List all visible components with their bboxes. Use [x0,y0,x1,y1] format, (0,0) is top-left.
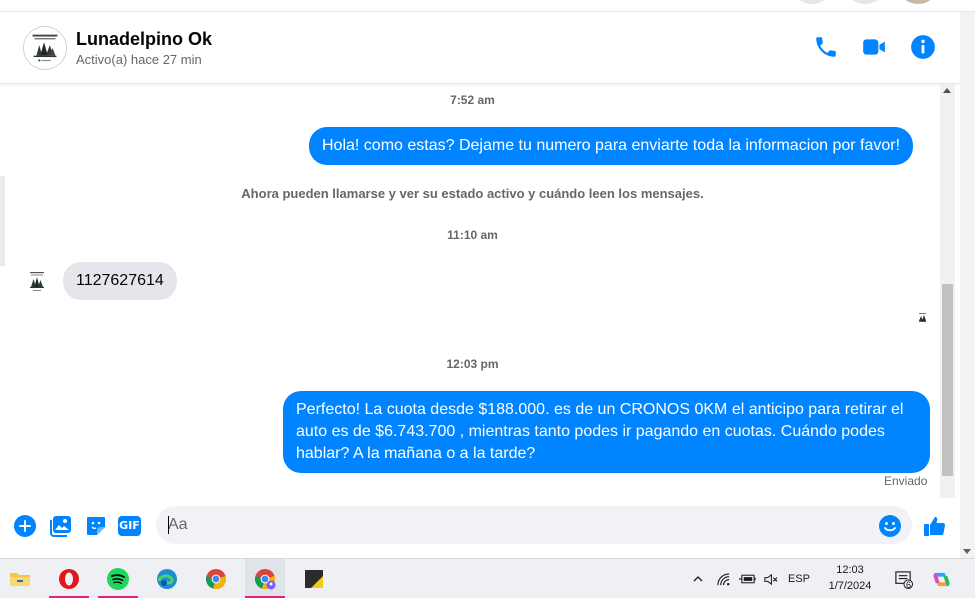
info-icon [911,35,935,59]
chrome-profile-icon [255,569,276,590]
outgoing-message[interactable]: Hola! como estas? Dejame tu numero para … [309,127,914,165]
top-strip [0,0,975,12]
voice-call-button[interactable] [813,34,839,60]
contact-name[interactable]: Lunadelpino Ok [76,29,212,50]
video-call-button[interactable] [861,34,887,60]
contact-avatar[interactable] [23,26,67,70]
messenger-window: Lunadelpino Ok Activo(a) hace 27 min 7:5… [0,0,975,598]
notification-count: 6 [906,580,912,590]
message-text-line: hablar? A la mañana o a la tarde? [296,445,536,462]
more-actions-button[interactable] [13,514,37,538]
taskbar-opera[interactable] [49,559,89,598]
timestamp: 11:10 am [447,228,498,242]
emoji-button[interactable] [878,514,902,538]
contact-status: Activo(a) hace 27 min [76,52,202,67]
scroll-thumb[interactable] [942,284,953,476]
pine-logo-icon [24,27,66,69]
image-gallery-icon [50,516,71,537]
incoming-message[interactable]: 1127627614 [63,262,177,300]
outgoing-message[interactable]: Perfecto! La cuota desde $188.000. es de… [283,391,930,473]
conversation-header: Lunadelpino Ok Activo(a) hace 27 min [0,12,960,84]
tray-copilot[interactable] [928,559,954,598]
scroll-up-icon[interactable] [943,88,951,93]
message-scrollbar[interactable] [940,84,955,498]
spotify-icon [107,568,129,590]
timestamp: 7:52 am [450,93,495,107]
thumbs-up-icon [924,517,946,536]
chevron-up-icon [693,576,703,582]
message-text-line: auto es de $6.743.700 , mientras tanto p… [296,423,885,440]
scroll-down-icon[interactable] [963,549,971,554]
taskbar-sticky-notes[interactable] [294,559,334,598]
message-text: Hola! como estas? Dejame tu numero para … [322,137,901,154]
taskbar-edge[interactable] [147,559,187,598]
battery-plug-icon [738,574,756,584]
top-avatar-3[interactable] [901,0,935,4]
plus-circle-icon [14,515,36,537]
message-text-line: Perfecto! La cuota desde $188.000. es de… [296,401,904,418]
attach-photo-button[interactable] [49,514,73,538]
tray-volume[interactable] [759,559,781,598]
top-avatar-2[interactable] [848,0,882,4]
clock-date: 1/7/2024 [828,580,872,592]
tray-notifications[interactable]: 6 [890,559,916,598]
tray-show-hidden[interactable] [688,559,708,598]
window-scrollbar[interactable] [960,12,975,558]
tray-language[interactable]: ESP [785,559,813,598]
clock-time: 12:03 [836,564,864,576]
chrome-icon [206,569,226,589]
conversation-info-button[interactable] [910,34,936,60]
seen-indicator [917,311,928,324]
smiley-icon [879,515,901,537]
opera-icon [59,569,79,589]
copilot-icon [933,572,949,586]
tray-battery[interactable] [736,559,758,598]
taskbar-spotify[interactable] [98,559,138,598]
folder-icon [10,573,30,586]
phone-icon [816,37,836,57]
pine-logo-icon [26,270,48,294]
message-composer: GIF [0,498,960,558]
taskbar-file-explorer[interactable] [0,559,40,598]
like-button[interactable] [922,514,946,538]
system-notice: Ahora pueden llamarse y ver su estado ac… [241,186,704,201]
taskbar-chrome-profile[interactable] [245,559,285,598]
message-input[interactable] [168,506,868,544]
message-text: 1127627614 [76,272,164,289]
text-caret [168,516,169,534]
message-input-container[interactable] [156,506,912,544]
taskbar-chrome[interactable] [196,559,236,598]
sticker-icon [87,517,105,535]
sender-avatar[interactable] [26,270,48,294]
taskbar-clock[interactable]: 12:03 1/7/2024 [818,562,882,594]
top-avatar-1[interactable] [795,0,829,4]
video-camera-icon [863,39,885,55]
windows-taskbar: ESP 12:03 1/7/2024 6 [0,558,975,598]
sent-status: Enviado [884,474,928,488]
wifi-icon [716,572,729,585]
gif-button[interactable]: GIF [118,516,141,536]
sticker-button[interactable] [84,514,108,538]
pine-logo-icon [917,312,928,324]
tray-network[interactable] [712,559,734,598]
sticky-notes-icon [305,570,323,588]
timestamp: 12:03 pm [446,357,499,371]
edge-browser-icon [157,569,177,589]
volume-muted-icon [763,573,777,585]
